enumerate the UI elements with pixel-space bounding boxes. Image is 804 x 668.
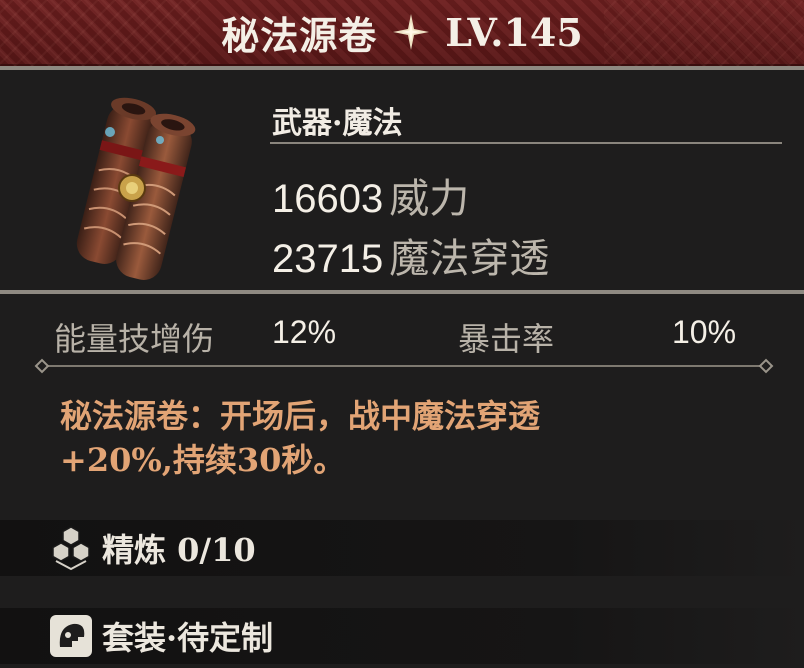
set-row[interactable]: 套装·待定制 xyxy=(0,608,804,664)
scroll-weapon-icon xyxy=(76,97,196,280)
stat-power-value: 16603 xyxy=(272,177,384,221)
substat-crit-rate-label: 暴击率 xyxy=(458,320,555,358)
item-header: 秘法源卷 LV.145 xyxy=(0,0,804,66)
refine-label: 精炼 0/10 xyxy=(102,531,256,569)
substat-energy-dmg-value: 12% xyxy=(272,314,337,350)
header-pattern-left xyxy=(0,0,200,66)
header-pattern-right xyxy=(604,0,804,66)
stat-magic-penetration-label: 魔法穿透 xyxy=(389,236,550,282)
set-label: 套装·待定制 xyxy=(102,619,274,657)
sparkle-star-icon xyxy=(393,14,430,50)
stat-magic-penetration-value: 23715 xyxy=(272,237,384,281)
refine-honeycomb-icon xyxy=(52,526,90,571)
description-line-2: +20%,持续30秒。 xyxy=(60,441,346,479)
item-title: 秘法源卷 xyxy=(221,12,378,58)
ornament-divider xyxy=(34,358,774,374)
sub-stats-section: 能量技增伤 12% 暴击率 10% 秘法源卷：开场后，战中魔法穿透 +20%,持… xyxy=(0,294,804,668)
category-divider xyxy=(270,142,782,144)
item-summary: 武器·魔法 16603 威力 23715 魔法穿透 xyxy=(0,70,804,290)
set-effect-description: 秘法源卷：开场后，战中魔法穿透 +20%,持续30秒。 xyxy=(60,394,760,482)
item-category: 武器·魔法 xyxy=(272,106,403,141)
description-line-1: 秘法源卷：开场后，战中魔法穿透 xyxy=(60,397,541,435)
stat-power-label: 威力 xyxy=(389,176,470,222)
item-level: LV.145 xyxy=(445,9,583,55)
refine-row[interactable]: 精炼 0/10 xyxy=(0,520,804,576)
substat-energy-dmg-label: 能量技增伤 xyxy=(54,320,215,358)
set-helmet-icon xyxy=(50,615,92,657)
substat-crit-rate-value: 10% xyxy=(672,314,737,350)
stat-magic-penetration: 23715 魔法穿透 xyxy=(272,226,549,284)
stat-power: 16603 威力 xyxy=(272,166,469,224)
